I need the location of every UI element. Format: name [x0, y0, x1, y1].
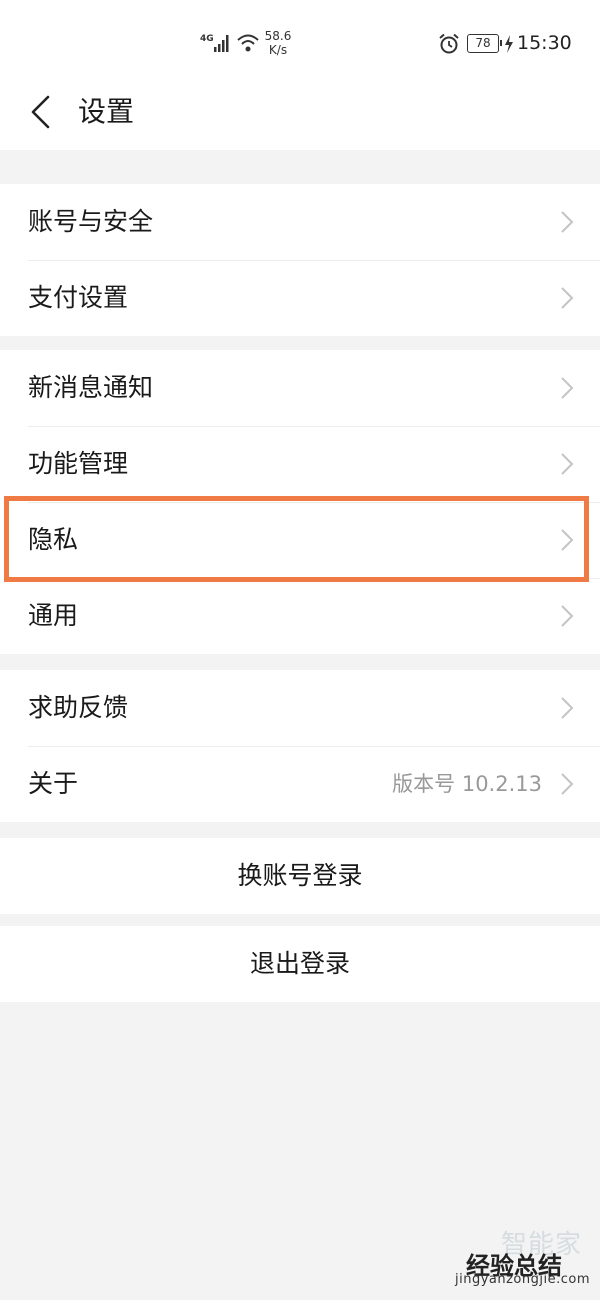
settings-item-label: 关于: [28, 769, 79, 798]
version-number: 版本号 10.2.13: [392, 772, 542, 796]
chevron-right-icon: [561, 697, 574, 719]
settings-item-general[interactable]: 通用: [0, 578, 600, 654]
chevron-right-icon: [561, 453, 574, 475]
logout-button[interactable]: 退出登录: [0, 926, 600, 1002]
chevron-right-icon: [561, 605, 574, 627]
settings-group-help: 求助反馈 关于 版本号 10.2.13: [0, 670, 600, 822]
chevron-right-icon: [561, 287, 574, 309]
settings-item-label: 支付设置: [28, 283, 129, 312]
settings-item-label: 账号与安全: [28, 207, 154, 236]
settings-item-label: 求助反馈: [28, 693, 129, 722]
speed-unit: K/s: [268, 43, 288, 57]
settings-item-about[interactable]: 关于 版本号 10.2.13: [0, 746, 600, 822]
alarm-icon: [439, 33, 459, 54]
page-title: 设置: [78, 95, 135, 128]
battery-icon: 78: [467, 34, 502, 53]
chevron-right-icon: [561, 211, 574, 233]
battery-level: 78: [475, 36, 491, 50]
settings-item-feedback[interactable]: 求助反馈: [0, 670, 600, 746]
chevron-right-icon: [561, 773, 574, 795]
settings-item-account-security[interactable]: 账号与安全: [0, 184, 600, 260]
nav-bar: 设置: [0, 88, 600, 150]
settings-item-label: 通用: [28, 601, 79, 630]
settings-group-account: 账号与安全 支付设置: [0, 184, 600, 336]
settings-item-label: 隐私: [28, 525, 79, 554]
signal-icon: 4G: [200, 34, 229, 52]
network-type: 4G: [200, 34, 214, 44]
switch-account-button[interactable]: 换账号登录: [0, 838, 600, 914]
settings-group-general: 新消息通知 功能管理 隐私 通用: [0, 350, 600, 654]
settings-item-payment[interactable]: 支付设置: [0, 260, 600, 336]
speed-value: 58.6: [264, 29, 292, 43]
watermark-url: jingyanzongjie.com: [454, 1272, 590, 1287]
back-arrow-icon[interactable]: [28, 94, 52, 130]
watermark: 智能家 经验总结 jingyanzongjie.com: [440, 1224, 590, 1294]
settings-item-features[interactable]: 功能管理: [0, 426, 600, 502]
clock: 15:30: [517, 32, 572, 54]
status-bar: 4G 58.6 K/s 78 15:30: [0, 0, 600, 88]
chevron-right-icon: [561, 529, 574, 551]
settings-item-label: 新消息通知: [28, 373, 154, 402]
chevron-right-icon: [561, 377, 574, 399]
settings-item-notifications[interactable]: 新消息通知: [0, 350, 600, 426]
network-speed: 58.6 K/s: [264, 29, 292, 57]
settings-item-privacy[interactable]: 隐私: [0, 502, 600, 578]
settings-item-label: 功能管理: [28, 449, 129, 478]
charging-icon: [505, 35, 513, 53]
wifi-icon: [237, 34, 259, 52]
